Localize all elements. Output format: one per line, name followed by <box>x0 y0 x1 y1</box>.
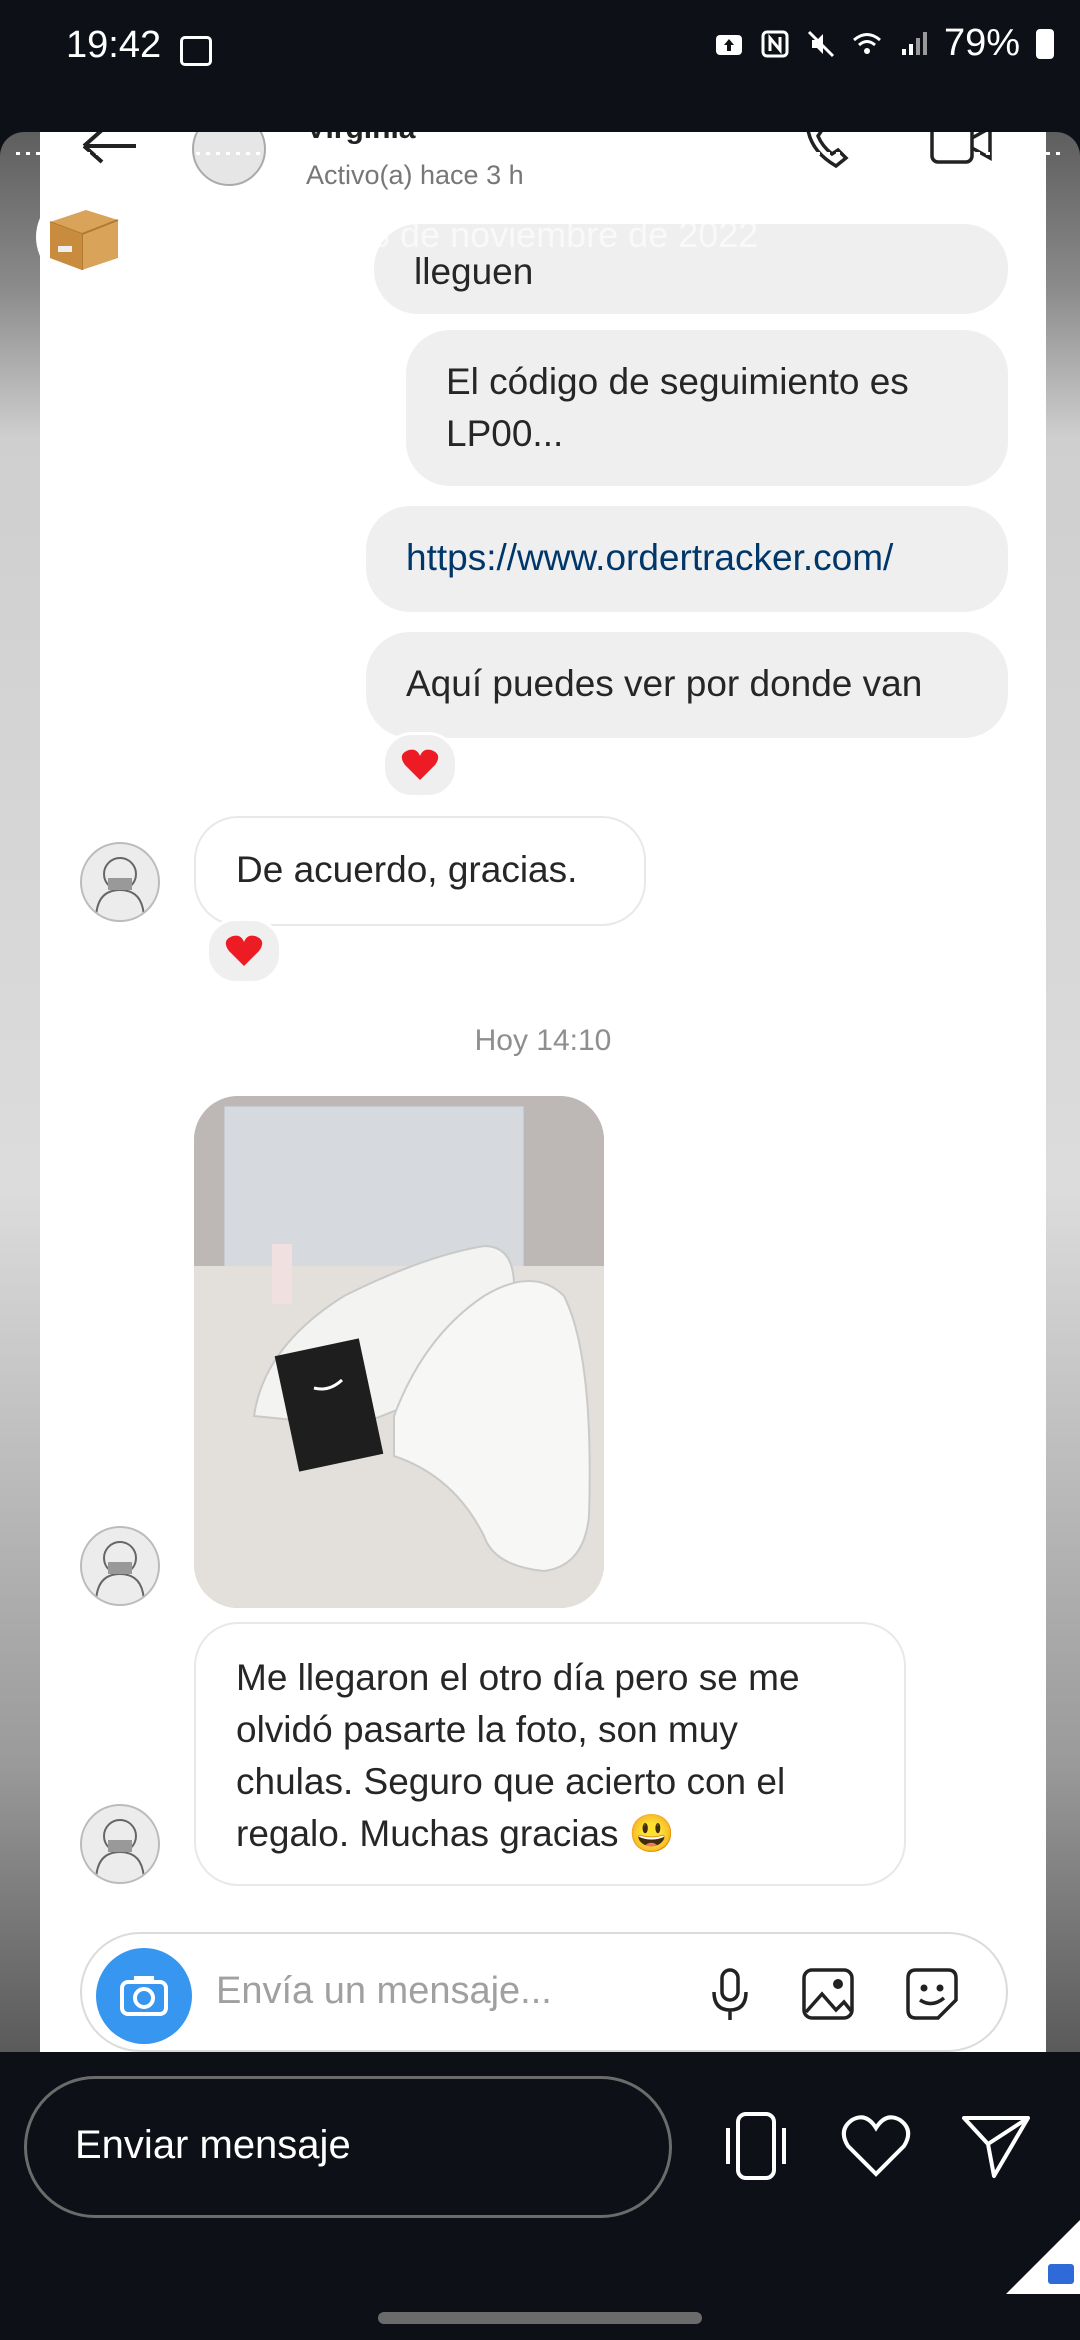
secure-folder-badge-icon <box>1006 2220 1080 2294</box>
story-avatar[interactable] <box>36 190 130 284</box>
package-box-icon <box>49 210 119 270</box>
sender-avatar <box>80 1804 160 1884</box>
battery-percent: 79% <box>943 22 1020 64</box>
status-time: 19:42 <box>66 24 162 66</box>
heart-icon <box>225 935 263 966</box>
contact-status: Activo(a) hace 3 h <box>306 160 524 190</box>
nfc-icon <box>761 30 789 57</box>
heart-reaction <box>206 918 282 984</box>
story-name[interactable]: Pedidos <box>168 214 308 256</box>
contact-avatar <box>192 132 266 186</box>
vibrate-phone-icon[interactable] <box>718 2108 794 2184</box>
sender-avatar <box>80 1526 160 1606</box>
avatar-sketch <box>95 1819 145 1882</box>
story-date: 18 de noviembre de 2022 <box>350 214 759 255</box>
shared-photo[interactable] <box>194 1096 604 1608</box>
avatar-sketch <box>95 857 145 920</box>
status-bar: 19:42 79% <box>0 0 1080 82</box>
message-received: Me llegaron el otro día pero se me olvid… <box>194 1622 906 1886</box>
sneakers-photo-image <box>194 1096 604 1608</box>
signal-icon <box>901 31 927 55</box>
shared-screenshot: Virginia Activo(a) hace 3 h lleguen El c… <box>40 132 1046 2052</box>
message-text: Aquí puedes ver por donde van <box>406 663 923 704</box>
camera-button[interactable] <box>96 1948 192 2044</box>
timestamp: Hoy 14:10 <box>474 1024 612 1057</box>
home-indicator[interactable] <box>378 2312 702 2324</box>
battery-icon <box>1036 28 1054 59</box>
message-text: De acuerdo, gracias. <box>236 849 578 890</box>
message-text: El código de seguimiento es LP00... <box>446 361 909 454</box>
like-heart-icon[interactable] <box>838 2108 914 2184</box>
message-link[interactable]: https://www.ordertracker.com/ <box>366 506 1008 612</box>
message-sent: Aquí puedes ver por donde van <box>366 632 1008 738</box>
sender-avatar <box>80 842 160 922</box>
avatar-sketch <box>95 1541 145 1604</box>
more-options-icon[interactable] <box>1016 210 1028 260</box>
heart-icon <box>401 749 439 780</box>
microphone-icon[interactable] <box>702 1966 758 2022</box>
contact-name: Virginia <box>306 132 415 146</box>
link-text[interactable]: https://www.ordertracker.com/ <box>406 537 893 578</box>
gallery-icon[interactable] <box>800 1966 856 2022</box>
mute-icon <box>807 30 834 57</box>
upload-notification-icon <box>715 34 742 55</box>
gallery-notification-icon <box>180 36 212 66</box>
message-input[interactable]: Envía un mensaje... <box>216 1970 552 2013</box>
send-message-label: Enviar mensaje <box>75 2123 351 2167</box>
status-icons: 79% <box>714 22 1054 65</box>
story-header: Pedidos 18 de noviembre de 2022 <box>36 190 1036 290</box>
camera-icon <box>120 1976 168 2016</box>
send-direct-icon[interactable] <box>958 2108 1034 2184</box>
story-card[interactable]: Virginia Activo(a) hace 3 h lleguen El c… <box>0 132 1080 2052</box>
sticker-icon[interactable] <box>904 1966 960 2022</box>
wifi-icon <box>852 32 881 54</box>
message-composer[interactable]: Envía un mensaje... <box>80 1932 1008 2052</box>
message-received: De acuerdo, gracias. <box>194 816 646 926</box>
message-sent: El código de seguimiento es LP00... <box>406 330 1008 486</box>
message-text: Me llegaron el otro día pero se me olvid… <box>236 1657 800 1854</box>
send-message-input[interactable]: Enviar mensaje <box>24 2076 672 2218</box>
heart-reaction <box>382 732 458 798</box>
story-progress-bar <box>16 152 1064 155</box>
